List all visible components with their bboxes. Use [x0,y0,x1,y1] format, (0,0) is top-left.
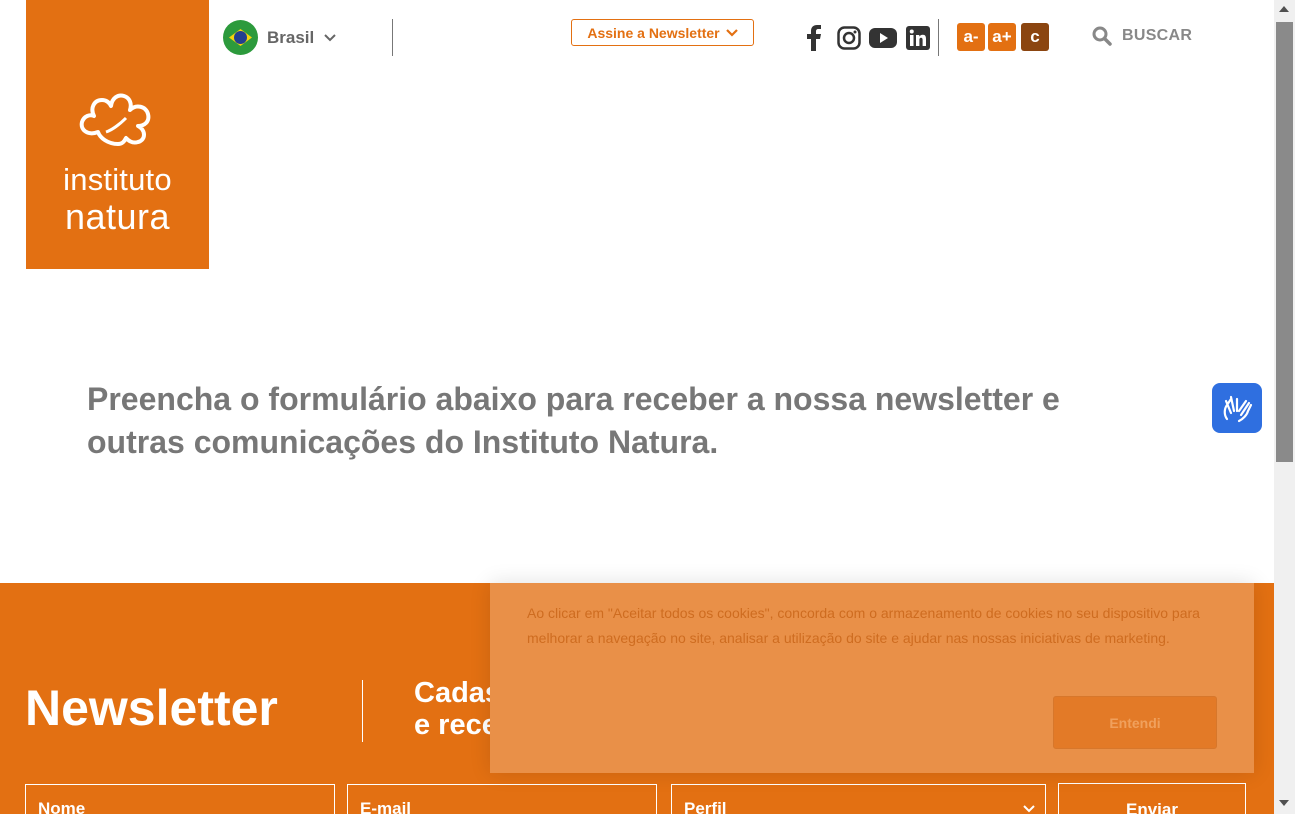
brazil-flag-icon [223,20,258,55]
linkedin-icon [906,26,930,50]
country-selector[interactable]: Brasil [223,20,336,55]
name-field-placeholder: Nome [38,799,86,814]
page: instituto natura Brasil Assine a Newslet… [0,0,1274,814]
decrease-font-button[interactable]: a- [957,23,985,51]
subscribe-newsletter-label: Assine a Newsletter [587,24,720,41]
scrollbar-thumb[interactable] [1276,22,1293,462]
logo-line-natura: natura [64,196,171,237]
search-label: BUSCAR [1122,27,1193,44]
search-button[interactable]: BUSCAR [1092,26,1192,46]
newsletter-title: Newsletter [25,680,278,736]
contrast-button[interactable]: c [1021,23,1049,51]
linkedin-link[interactable] [904,24,932,52]
youtube-icon [869,28,897,48]
chevron-down-icon [324,33,336,41]
country-label: Brasil [267,27,315,47]
facebook-icon [807,25,821,51]
email-field-placeholder: E-mail [360,799,412,814]
submit-button[interactable]: Enviar [1058,783,1246,814]
header-divider [938,19,939,56]
cookie-banner: Ao clicar em "Aceitar todos os cookies",… [490,583,1254,773]
facebook-link[interactable] [800,24,828,52]
profile-select-placeholder: Perfil [684,799,727,814]
profile-select[interactable]: Perfil [671,784,1046,814]
chevron-down-icon [1023,805,1035,813]
youtube-link[interactable] [869,24,897,52]
email-field[interactable]: E-mail [347,784,657,814]
sign-language-button[interactable] [1212,383,1262,433]
increase-font-button[interactable]: a+ [988,23,1016,51]
header-divider [392,19,393,56]
page-scrollbar[interactable] [1274,0,1295,814]
instagram-icon [837,26,861,50]
natura-flower-logo-icon [79,93,151,146]
sign-language-hands-icon [1223,395,1253,423]
logo-line-instituto: instituto [63,162,172,197]
cookie-text: Ao clicar em "Aceitar todos os cookies",… [527,605,1200,646]
instituto-natura-logo[interactable]: instituto natura [26,0,209,269]
subscribe-newsletter-button[interactable]: Assine a Newsletter [571,19,754,46]
instagram-link[interactable] [835,24,863,52]
name-field[interactable]: Nome [25,784,335,814]
newsletter-divider [362,680,363,742]
scroll-up-arrow-icon[interactable] [1279,6,1289,12]
scroll-down-arrow-icon[interactable] [1279,800,1289,806]
intro-text: Preencha o formulário abaixo para recebe… [87,381,1060,460]
search-icon [1092,26,1112,46]
chevron-down-icon [725,28,738,37]
cookie-accept-button[interactable]: Entendi [1053,696,1217,749]
